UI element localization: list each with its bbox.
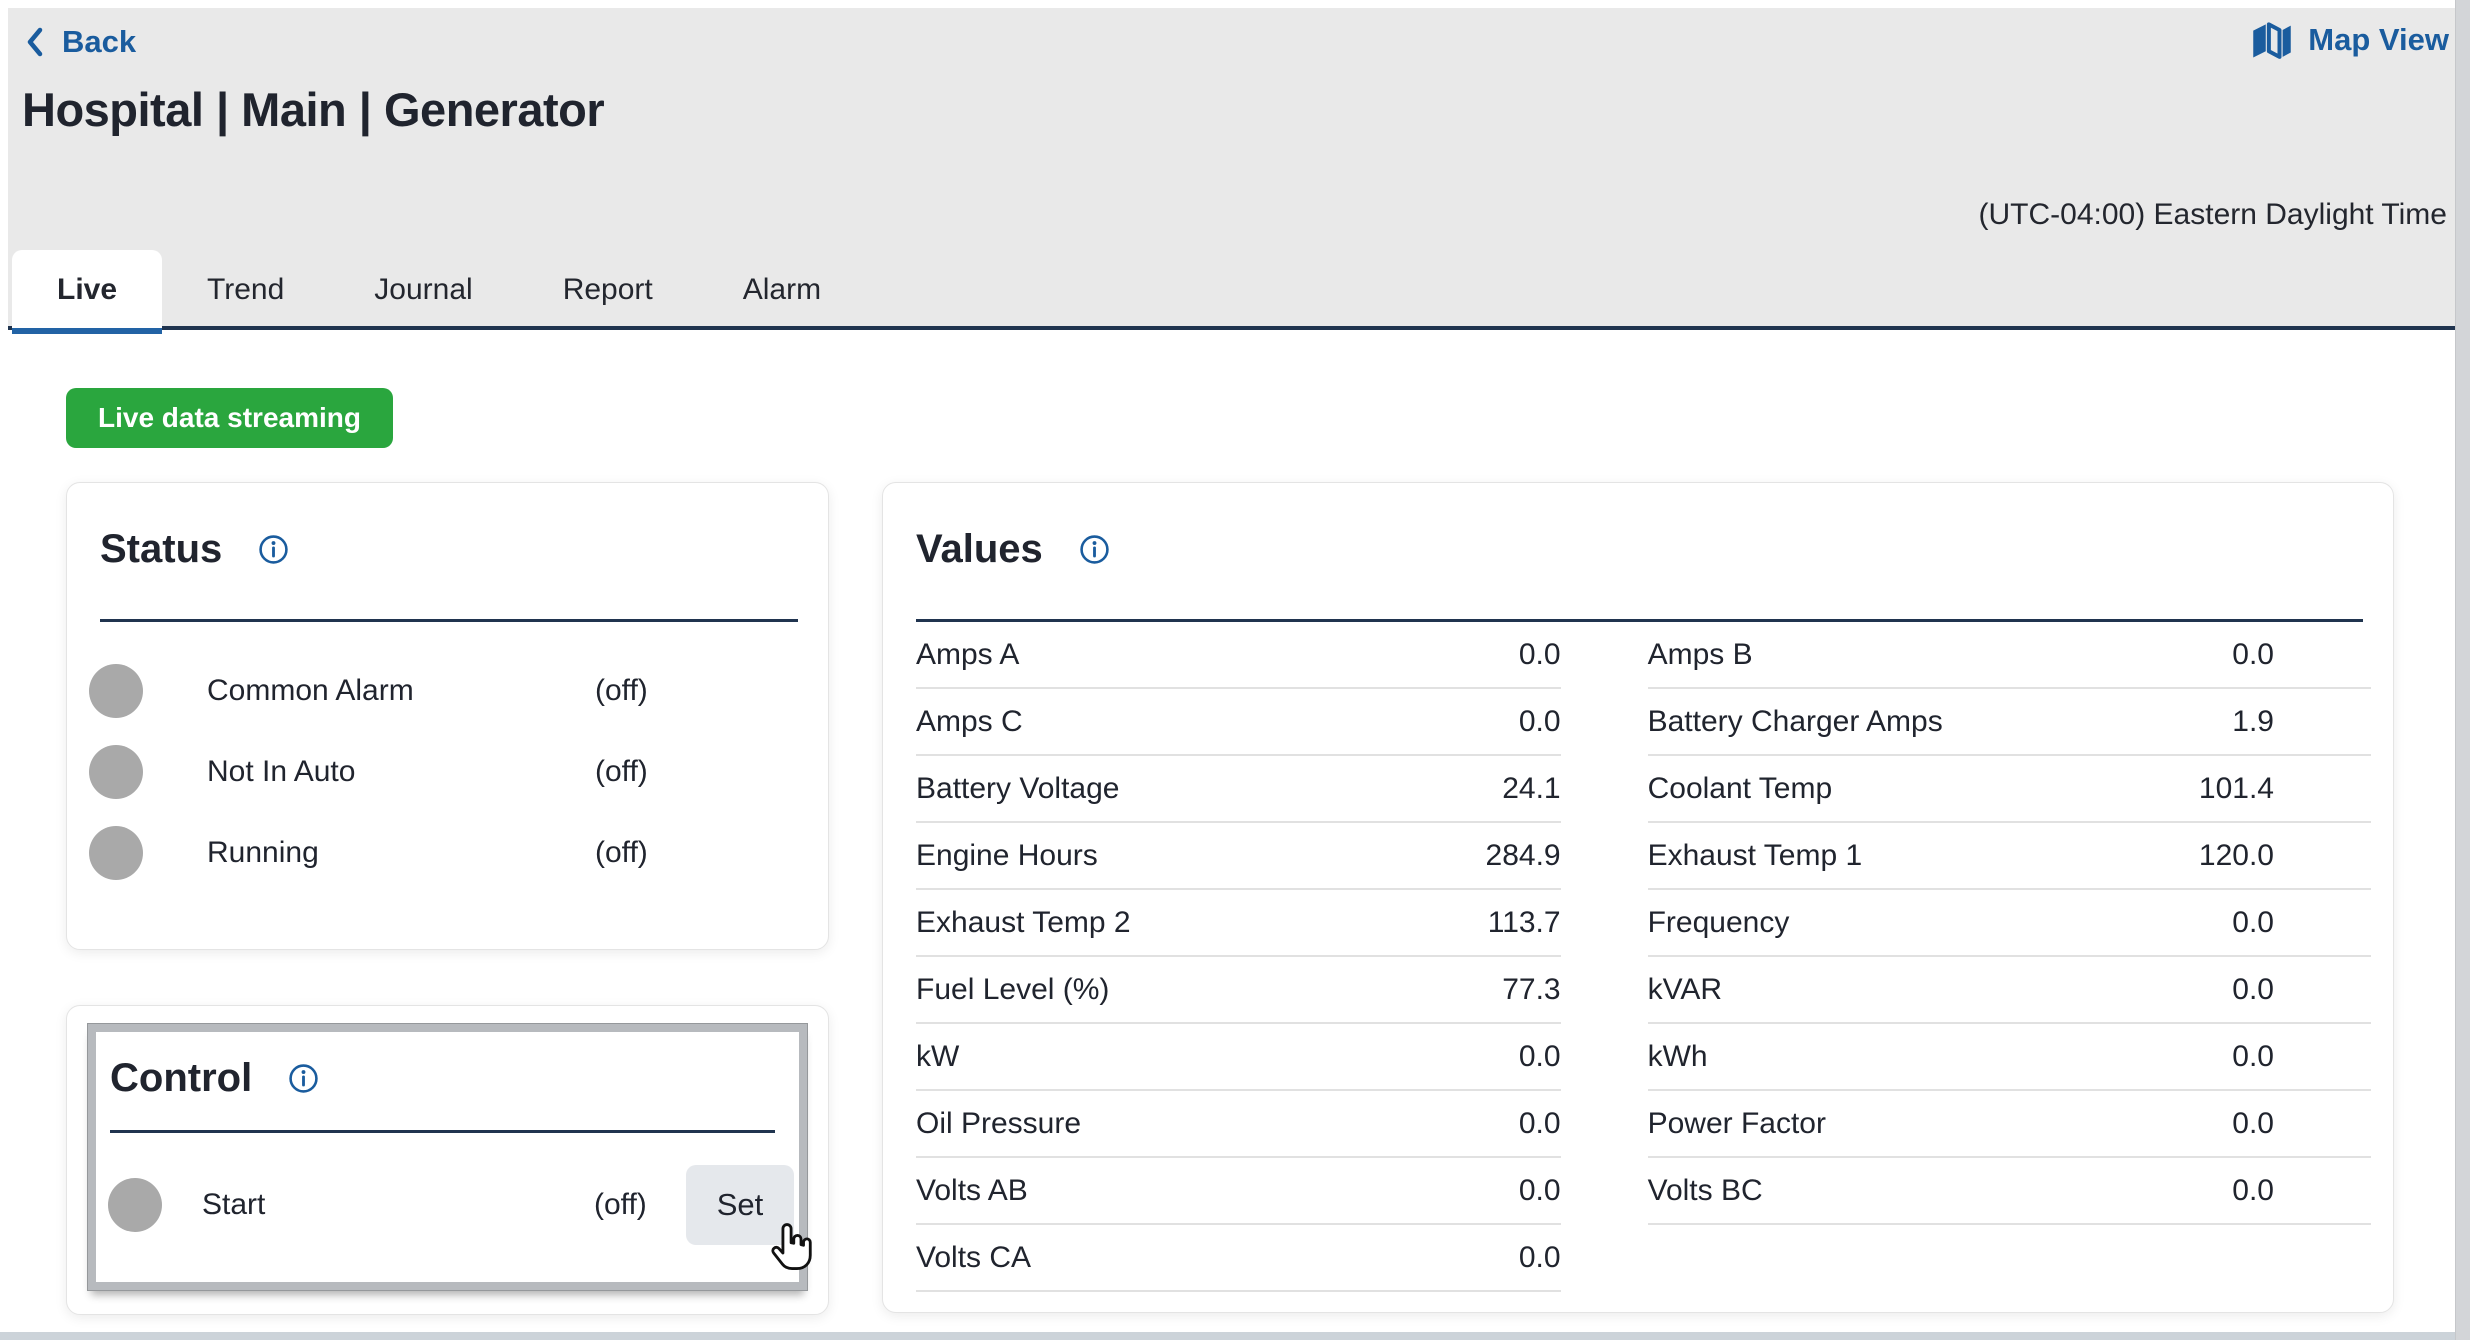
status-indicator-dot xyxy=(89,745,143,799)
value-row: kVAR0.0 xyxy=(1648,957,2371,1024)
values-column-right: Amps B0.0 Battery Charger Amps1.9 Coolan… xyxy=(1648,622,2371,1292)
control-focus-box: Control Start (off) Set xyxy=(88,1024,807,1290)
tab-alarm[interactable]: Alarm xyxy=(698,250,866,330)
value-row: Oil Pressure0.0 xyxy=(916,1091,1561,1158)
values-card: Values Amps A0.0 Amps C0.0 Battery Volta… xyxy=(882,482,2394,1313)
map-view-button[interactable]: Map View xyxy=(2250,20,2449,60)
status-state: (off) xyxy=(595,836,648,870)
status-row-not-in-auto: Not In Auto (off) xyxy=(67,731,828,812)
tab-trend[interactable]: Trend xyxy=(162,250,329,330)
back-label: Back xyxy=(62,24,136,60)
window-bottom-edge xyxy=(0,1332,2455,1340)
control-indicator-dot xyxy=(108,1178,162,1232)
value-row: Engine Hours284.9 xyxy=(916,823,1561,890)
status-indicator-dot xyxy=(89,826,143,880)
value-row: Volts CA0.0 xyxy=(916,1225,1561,1292)
control-row-start: Start (off) Set xyxy=(96,1155,799,1255)
info-icon[interactable] xyxy=(258,534,289,565)
status-indicator-dot xyxy=(89,664,143,718)
control-card: Control Start (off) Set xyxy=(66,1005,829,1315)
value-row: Battery Voltage24.1 xyxy=(916,756,1561,823)
tab-report[interactable]: Report xyxy=(518,250,698,330)
value-row: Coolant Temp101.4 xyxy=(1648,756,2371,823)
chevron-left-icon xyxy=(24,25,46,59)
app-window: Back Map View Hospital | Main | Generato… xyxy=(0,0,2470,1340)
control-state: (off) xyxy=(594,1188,647,1222)
info-icon[interactable] xyxy=(288,1063,319,1094)
vertical-scrollbar[interactable] xyxy=(2455,0,2470,1340)
value-row: Fuel Level (%)77.3 xyxy=(916,957,1561,1024)
value-row: Exhaust Temp 2113.7 xyxy=(916,890,1561,957)
page-header: Back Map View Hospital | Main | Generato… xyxy=(8,8,2455,330)
tab-journal[interactable]: Journal xyxy=(329,250,517,330)
value-row: Amps B0.0 xyxy=(1648,622,2371,689)
value-row: Battery Charger Amps1.9 xyxy=(1648,689,2371,756)
value-row: Amps C0.0 xyxy=(916,689,1561,756)
values-card-title: Values xyxy=(916,525,1043,573)
info-icon[interactable] xyxy=(1079,534,1110,565)
value-row: Frequency0.0 xyxy=(1648,890,2371,957)
back-button[interactable]: Back xyxy=(24,24,136,60)
value-row: kW0.0 xyxy=(916,1024,1561,1091)
set-button[interactable]: Set xyxy=(686,1165,794,1245)
status-state: (off) xyxy=(595,674,648,708)
value-row: Power Factor0.0 xyxy=(1648,1091,2371,1158)
tab-live[interactable]: Live xyxy=(12,250,162,330)
divider xyxy=(100,619,798,622)
status-card-title: Status xyxy=(100,525,222,573)
status-row-running: Running (off) xyxy=(67,812,828,893)
status-state: (off) xyxy=(595,755,648,789)
live-tab-content: Live data streaming Status Common Alarm … xyxy=(8,330,2455,1332)
values-column-left: Amps A0.0 Amps C0.0 Battery Voltage24.1 … xyxy=(916,622,1561,1292)
status-row-common-alarm: Common Alarm (off) xyxy=(67,650,828,731)
status-card: Status Common Alarm (off) Not In Auto (o… xyxy=(66,482,829,950)
control-card-title: Control xyxy=(110,1056,252,1100)
value-row: Exhaust Temp 1120.0 xyxy=(1648,823,2371,890)
map-view-label: Map View xyxy=(2308,22,2449,58)
value-row: Amps A0.0 xyxy=(916,622,1561,689)
value-row: Volts AB0.0 xyxy=(916,1158,1561,1225)
divider xyxy=(110,1130,775,1133)
value-row: Volts BC0.0 xyxy=(1648,1158,2371,1225)
timezone-label: (UTC-04:00) Eastern Daylight Time xyxy=(1979,198,2448,232)
value-row: kWh0.0 xyxy=(1648,1024,2371,1091)
map-icon xyxy=(2250,20,2294,60)
page-title: Hospital | Main | Generator xyxy=(22,82,604,137)
live-data-streaming-badge: Live data streaming xyxy=(66,388,393,448)
tab-bar: Live Trend Journal Report Alarm xyxy=(12,250,866,330)
